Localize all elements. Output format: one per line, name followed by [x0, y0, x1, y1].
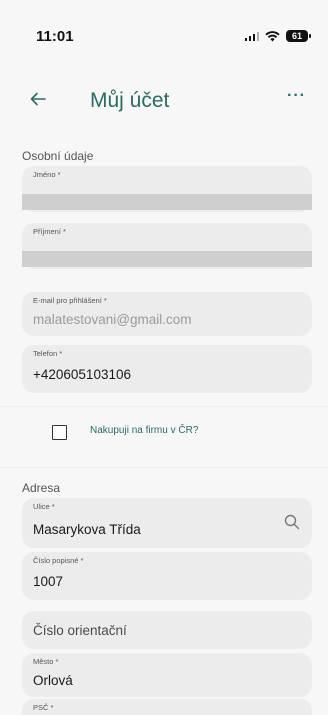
zip-field[interactable]: PSČ *: [22, 699, 312, 715]
house-number-field[interactable]: Číslo popisné * 1007: [22, 552, 312, 600]
divider: [0, 406, 328, 407]
street-value: Masarykova Třída: [33, 522, 141, 537]
divider: [0, 467, 328, 468]
orientation-number-field[interactable]: Číslo orientační: [22, 611, 312, 649]
arrow-left-icon: [30, 92, 46, 106]
last-name-label: Příjmení *: [33, 227, 66, 236]
zip-label: PSČ *: [33, 703, 54, 712]
status-time: 11:01: [36, 28, 74, 45]
email-label: E-mail pro přihlášení *: [33, 296, 107, 305]
city-field[interactable]: Město * Orlová: [22, 653, 312, 697]
battery-icon: 61: [286, 30, 311, 42]
redacted-value: [22, 194, 312, 210]
signal-icon: [244, 31, 259, 41]
house-number-label: Číslo popisné *: [33, 556, 84, 565]
first-name-field[interactable]: Jméno *: [22, 166, 312, 212]
redacted-value: [22, 251, 312, 267]
status-bar: 11:01 61: [0, 0, 328, 60]
house-number-value: 1007: [33, 574, 64, 589]
city-value: Orlová: [33, 673, 73, 688]
phone-field[interactable]: Telefon * +420605103106: [22, 345, 312, 393]
email-value: malatestovani@gmail.com: [33, 312, 192, 327]
section-title-personal: Osobní údaje: [22, 149, 94, 163]
first-name-label: Jméno *: [33, 170, 61, 179]
phone-label: Telefon *: [33, 349, 63, 358]
more-options-button[interactable]: ···: [287, 87, 306, 105]
company-checkbox-label[interactable]: Nakupuji na firmu v ČR?: [90, 425, 198, 436]
email-field: E-mail pro přihlášení * malatestovani@gm…: [22, 292, 312, 336]
street-field[interactable]: Ulice * Masarykova Třída: [22, 498, 312, 548]
street-label: Ulice *: [33, 502, 55, 511]
back-button[interactable]: [28, 89, 54, 115]
page-title: Můj účet: [90, 89, 170, 112]
wifi-icon: [265, 30, 280, 42]
section-title-address: Adresa: [22, 481, 61, 495]
last-name-field[interactable]: Příjmení *: [22, 223, 312, 269]
city-label: Město *: [33, 657, 59, 666]
status-icons: 61: [244, 30, 311, 42]
search-icon[interactable]: [284, 514, 300, 535]
app-header: Můj účet ···: [0, 85, 328, 119]
orientation-number-placeholder: Číslo orientační: [33, 623, 127, 638]
phone-value: +420605103106: [33, 367, 131, 382]
company-checkbox[interactable]: [52, 425, 67, 440]
